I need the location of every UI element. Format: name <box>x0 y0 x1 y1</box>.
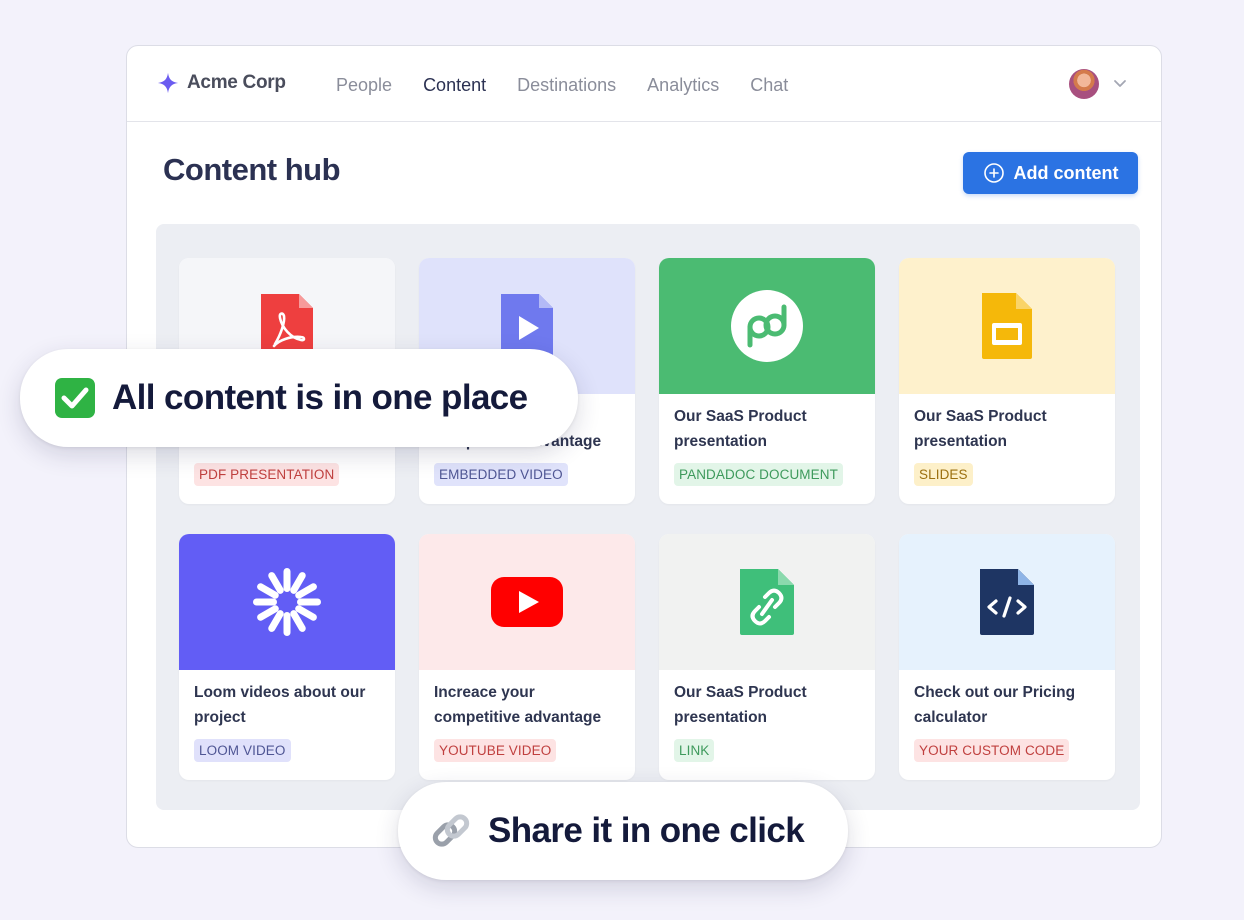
brand-name: Acme Corp <box>187 72 286 93</box>
chevron-down-icon[interactable] <box>1111 74 1129 92</box>
card-title: Increace your competitive advantage <box>434 684 602 726</box>
nav-analytics[interactable]: Analytics <box>647 75 719 96</box>
content-card-custom-code[interactable]: Check out our Pricing calculator YOUR CU… <box>899 534 1115 780</box>
nav-people[interactable]: People <box>336 75 392 96</box>
card-title: Loom videos about our project <box>194 684 366 726</box>
callout-text: All content is in one place <box>112 378 528 417</box>
card-thumbnail <box>899 258 1115 394</box>
card-thumbnail <box>659 258 875 394</box>
card-thumbnail <box>179 534 395 670</box>
content-card-youtube[interactable]: Increace your competitive advantage YOUT… <box>419 534 635 780</box>
card-tag: LOOM VIDEO <box>194 739 291 762</box>
brand[interactable]: Acme Corp <box>157 72 286 94</box>
card-tag: YOUR CUSTOM CODE <box>914 739 1070 762</box>
youtube-icon <box>491 577 563 627</box>
card-thumbnail <box>659 534 875 670</box>
main-nav: People Content Destinations Analytics Ch… <box>336 75 788 96</box>
avatar[interactable] <box>1069 69 1099 99</box>
pandadoc-icon <box>731 290 803 362</box>
loom-icon <box>253 568 321 636</box>
card-title: Our SaaS Product presentation <box>914 408 1047 450</box>
callout-text: Share it in one click <box>488 811 805 850</box>
sparkle-logo-icon <box>157 72 179 94</box>
add-content-button[interactable]: Add content <box>963 152 1138 194</box>
callout-share: Share it in one click <box>398 782 848 880</box>
content-grid: PDF PRESENTATION Increace your competiti… <box>156 224 1140 810</box>
nav-destinations[interactable]: Destinations <box>517 75 616 96</box>
plus-circle-icon <box>983 163 1004 183</box>
nav-chat[interactable]: Chat <box>750 75 788 96</box>
card-title: Our SaaS Product presentation <box>674 408 807 450</box>
card-thumbnail <box>419 534 635 670</box>
card-tag: SLIDES <box>914 463 973 486</box>
card-tag: LINK <box>674 739 715 762</box>
page-title: Content hub <box>163 152 341 187</box>
callout-all-content: All content is in one place <box>20 349 578 447</box>
card-tag: YOUTUBE VIDEO <box>434 739 557 762</box>
code-file-icon <box>980 569 1034 635</box>
card-tag: PANDADOC DOCUMENT <box>674 463 843 486</box>
chain-link-icon <box>432 814 470 847</box>
card-thumbnail <box>899 534 1115 670</box>
card-tag: EMBEDDED VIDEO <box>434 463 568 486</box>
google-slides-icon <box>982 293 1032 359</box>
link-file-icon <box>740 569 794 635</box>
card-tag: PDF PRESENTATION <box>194 463 340 486</box>
nav-content[interactable]: Content <box>423 75 486 96</box>
content-card-pandadoc[interactable]: Our SaaS Product presentation PANDADOC D… <box>659 258 875 504</box>
top-navbar: Acme Corp People Content Destinations An… <box>127 46 1161 122</box>
card-title: Our SaaS Product presentation <box>674 684 807 726</box>
card-title: Check out our Pricing calculator <box>914 684 1076 726</box>
check-box-icon <box>55 378 95 418</box>
content-card-slides[interactable]: Our SaaS Product presentation SLIDES <box>899 258 1115 504</box>
content-card-loom[interactable]: Loom videos about our project LOOM VIDEO <box>179 534 395 780</box>
content-card-link[interactable]: Our SaaS Product presentation LINK <box>659 534 875 780</box>
add-content-label: Add content <box>1013 162 1119 183</box>
